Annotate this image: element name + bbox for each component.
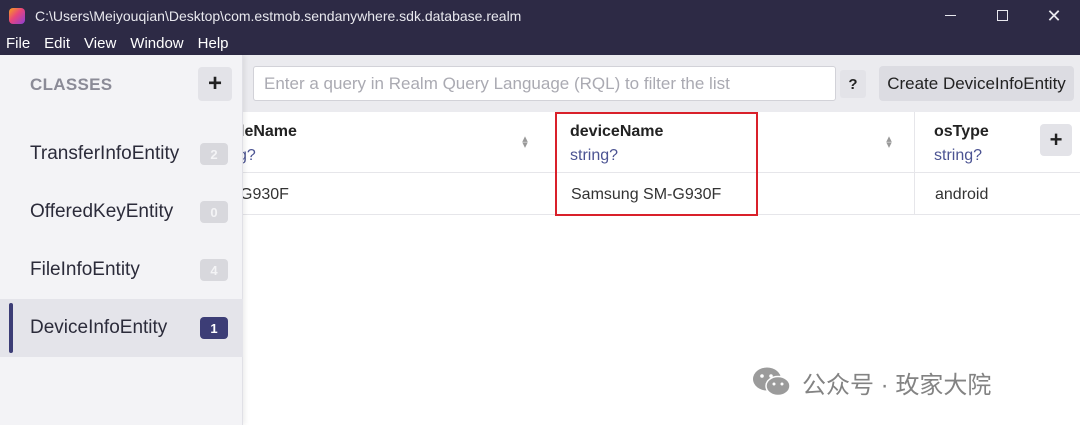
- menu-bar: File Edit View Window Help: [0, 31, 1080, 55]
- title-bar: C:\Users\Meiyouqian\Desktop\com.estmob.s…: [0, 0, 1080, 31]
- classes-sidebar: CLASSES + TransferInfoEntity 2 OfferedKe…: [0, 55, 243, 425]
- menu-file[interactable]: File: [0, 35, 37, 52]
- rql-query-input[interactable]: [253, 66, 836, 101]
- sidebar-item-label: OfferedKeyEntity: [30, 201, 174, 222]
- maximize-icon: [996, 10, 1008, 21]
- minimize-icon: [944, 15, 956, 16]
- watermark: 公众号 · 玫家大院: [752, 362, 991, 402]
- table-cell[interactable]: G930F: [243, 186, 289, 204]
- wechat-icon: [753, 367, 791, 397]
- sidebar-item-label: TransferInfoEntity: [30, 143, 180, 164]
- sidebar-item-fileinfoentity[interactable]: FileInfoEntity 4: [0, 241, 243, 299]
- selected-indicator: [9, 303, 13, 353]
- sidebar-item-label: FileInfoEntity: [30, 259, 140, 280]
- maximize-button[interactable]: [976, 0, 1028, 31]
- sort-icon[interactable]: ▴ ▾: [520, 134, 530, 151]
- sidebar-item-count: 1: [200, 317, 228, 339]
- sidebar-item-label: DeviceInfoEntity: [30, 317, 168, 338]
- column-name: osType: [934, 123, 989, 140]
- menu-edit[interactable]: Edit: [37, 35, 77, 52]
- table-cell[interactable]: android: [935, 186, 988, 204]
- sidebar-item-deviceinfoentity[interactable]: DeviceInfoEntity 1: [0, 299, 243, 357]
- menu-help[interactable]: Help: [191, 35, 236, 52]
- realm-app-icon: [9, 7, 25, 24]
- sidebar-header: CLASSES +: [0, 55, 243, 112]
- sidebar-item-count: 2: [200, 143, 228, 165]
- sidebar-item-count: 0: [200, 201, 228, 223]
- rql-help-button[interactable]: ?: [840, 70, 866, 98]
- create-object-button[interactable]: Create DeviceInfoEntity: [879, 66, 1074, 101]
- menu-window[interactable]: Window: [123, 35, 190, 52]
- window-title: C:\Users\Meiyouqian\Desktop\com.estmob.s…: [35, 7, 522, 24]
- classes-heading: CLASSES: [30, 75, 113, 94]
- sort-icon[interactable]: ▴ ▾: [884, 134, 894, 151]
- annotation-highlight-box: [555, 112, 758, 216]
- column-type: string?: [934, 147, 983, 164]
- watermark-text: 公众号 · 玫家大院: [802, 371, 992, 399]
- window-controls: ✕: [924, 0, 1080, 31]
- sidebar-item-offeredkeyentity[interactable]: OfferedKeyEntity 0: [0, 183, 243, 241]
- add-column-button[interactable]: +: [1040, 124, 1072, 156]
- minimize-button[interactable]: [924, 0, 976, 31]
- column-header-filename[interactable]: leName g? ▴▾: [243, 112, 555, 173]
- close-button[interactable]: ✕: [1028, 0, 1080, 31]
- menu-view[interactable]: View: [77, 35, 123, 52]
- sidebar-item-count: 4: [200, 259, 228, 281]
- query-toolbar: ? Create DeviceInfoEntity: [243, 55, 1080, 112]
- add-class-button[interactable]: +: [198, 67, 232, 101]
- sidebar-item-transferinfoentity[interactable]: TransferInfoEntity 2: [0, 125, 243, 183]
- close-icon: ✕: [1046, 5, 1062, 26]
- column-name: leName: [243, 123, 297, 140]
- column-type: g?: [243, 147, 256, 164]
